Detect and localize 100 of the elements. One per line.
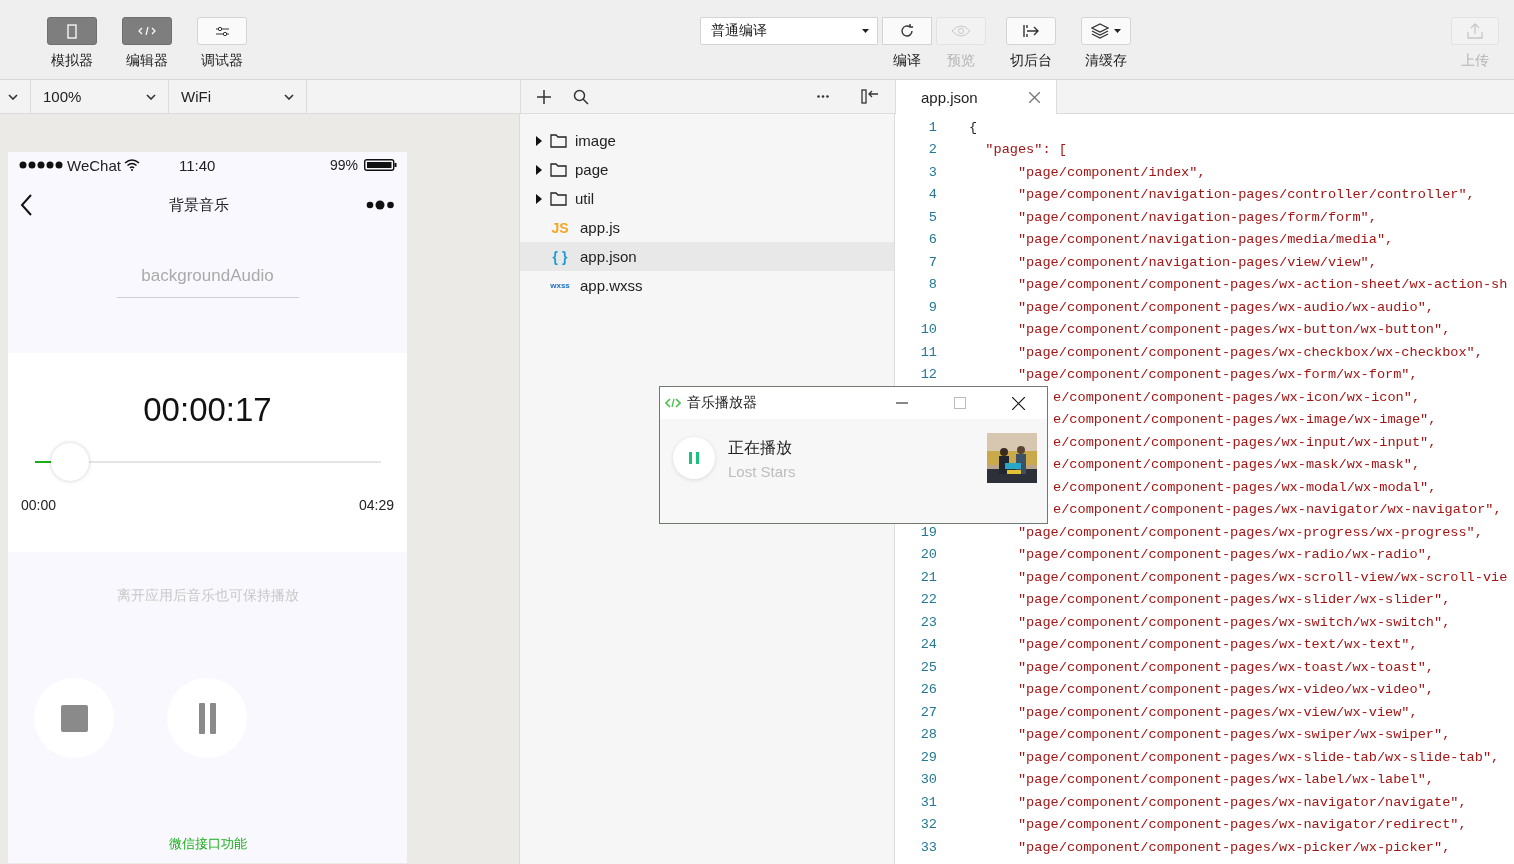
code-line: e/component/component-pages/wx-mask/wx-mask", bbox=[1053, 457, 1421, 473]
sliders-icon bbox=[215, 25, 229, 37]
upload-icon bbox=[1467, 23, 1483, 39]
line-number: 21 bbox=[919, 569, 937, 585]
line-number: 33 bbox=[919, 839, 937, 855]
battery-text: 99% bbox=[329, 157, 358, 173]
file-tree-item[interactable]: util bbox=[520, 184, 894, 213]
line-number: 32 bbox=[919, 817, 937, 833]
app-icon bbox=[665, 398, 681, 408]
close-icon[interactable] bbox=[1011, 396, 1025, 410]
expand-arrow-icon[interactable] bbox=[536, 164, 542, 175]
file-tree-item[interactable]: image bbox=[520, 126, 894, 155]
background-button[interactable] bbox=[1006, 17, 1056, 45]
code-line: "page/component/component-pages/wx-action-sheet/wx-action-sh bbox=[1016, 277, 1508, 293]
code-line: e/component/component-pages/wx-input/wx-input", bbox=[1053, 434, 1437, 450]
file-name: app.wxss bbox=[580, 277, 643, 294]
line-number: 29 bbox=[919, 749, 937, 765]
phone-icon bbox=[67, 23, 77, 39]
file-name: image bbox=[575, 132, 616, 149]
code-line: "page/component/component-pages/wx-radio/wx-radio", bbox=[1016, 547, 1434, 563]
code-line: "page/component/component-pages/wx-scroll-view/wx-scroll-vie bbox=[1016, 569, 1508, 585]
wifi-icon bbox=[123, 159, 140, 171]
line-number: 3 bbox=[927, 164, 937, 180]
search-icon[interactable] bbox=[573, 88, 589, 105]
window-title: 音乐播放器 bbox=[687, 394, 757, 412]
file-name: util bbox=[575, 190, 595, 207]
line-number: 1 bbox=[927, 119, 937, 135]
chevron-icon bbox=[8, 93, 18, 100]
code-line: "page/component/component-pages/wx-navigator/navigate", bbox=[1016, 794, 1467, 810]
code-line: "page/component/navigation-pages/controller/controller", bbox=[1016, 187, 1475, 203]
code-line: "page/component/component-pages/wx-checkbox/wx-checkbox", bbox=[1016, 344, 1483, 360]
line-number: 25 bbox=[919, 659, 937, 675]
mode-button[interactable] bbox=[122, 17, 172, 45]
playback-status: 正在播放 bbox=[728, 438, 793, 458]
code-line: { bbox=[969, 119, 978, 135]
line-number: 6 bbox=[927, 232, 937, 248]
clear-cache-button[interactable] bbox=[1081, 17, 1131, 45]
chevron-icon bbox=[284, 93, 294, 100]
mode-label: 调试器 bbox=[201, 52, 243, 68]
code-line: "page/component/component-pages/wx-picker/wx-picker", bbox=[1016, 839, 1451, 855]
collapse-icon[interactable] bbox=[861, 89, 879, 104]
line-number: 7 bbox=[927, 254, 937, 270]
file-name: app.json bbox=[580, 248, 637, 265]
code-line: "page/component/component-pages/wx-text/wx-text", bbox=[1016, 637, 1418, 653]
add-icon[interactable] bbox=[537, 89, 551, 104]
code-line: "page/component/navigation-pages/view/view", bbox=[1016, 254, 1377, 270]
line-number: 27 bbox=[919, 704, 937, 720]
more-icon[interactable] bbox=[366, 200, 395, 210]
refresh-icon bbox=[898, 23, 915, 39]
pause-icon bbox=[689, 452, 699, 464]
file-tree-item[interactable]: JS app.js bbox=[520, 213, 894, 242]
line-number: 31 bbox=[919, 794, 937, 810]
track-name: Lost Stars bbox=[728, 463, 797, 480]
line-number: 2 bbox=[927, 142, 937, 158]
code-line: "page/component/component-pages/wx-slider/wx-slider", bbox=[1016, 592, 1451, 608]
line-number: 5 bbox=[927, 209, 937, 225]
battery-icon bbox=[364, 159, 397, 171]
layers-icon bbox=[1091, 23, 1109, 39]
file-tree-item[interactable]: page bbox=[520, 155, 894, 184]
caret-icon bbox=[862, 29, 869, 33]
start-time: 00:00 bbox=[21, 497, 57, 513]
code-line: "page/component/component-pages/wx-swiper/wx-swiper", bbox=[1016, 727, 1451, 743]
action-label: 编译 bbox=[893, 52, 921, 68]
action-label: 预览 bbox=[947, 52, 975, 68]
code-line: e/component/component-pages/wx-navigator/wx-navigator", bbox=[1053, 502, 1502, 518]
file-type-icon: { } bbox=[548, 248, 572, 265]
expand-arrow-icon[interactable] bbox=[536, 193, 542, 204]
stop-icon bbox=[60, 704, 88, 732]
code-line: "page/component/component-pages/wx-slide-tab/wx-slide-tab", bbox=[1016, 749, 1500, 765]
signal-icon bbox=[19, 161, 63, 169]
code-line: "page/component/component-pages/wx-progress/wx-progress", bbox=[1016, 524, 1483, 540]
end-time: 04:29 bbox=[358, 497, 394, 513]
code-line: "page/component/component-pages/wx-form/wx-form", bbox=[1016, 367, 1418, 383]
file-type-icon: wxss bbox=[548, 281, 572, 290]
line-number: 23 bbox=[919, 614, 937, 630]
tool-label: 切后台 bbox=[1010, 52, 1052, 68]
caret-icon bbox=[1114, 29, 1121, 33]
more-icon[interactable] bbox=[817, 95, 829, 98]
line-number: 30 bbox=[919, 772, 937, 788]
file-tree-item[interactable]: { } app.json bbox=[520, 242, 894, 271]
pause-icon bbox=[198, 702, 216, 734]
exit-arrow-icon bbox=[1022, 24, 1040, 38]
network-select[interactable]: WiFi bbox=[169, 80, 307, 113]
line-number: 11 bbox=[919, 344, 937, 360]
code-line: "page/component/component-pages/wx-switch/wx-switch", bbox=[1016, 614, 1451, 630]
mode-button[interactable] bbox=[47, 17, 97, 45]
expand-arrow-icon[interactable] bbox=[536, 135, 542, 146]
code-line: "page/component/component-pages/wx-audio/wx-audio", bbox=[1016, 299, 1434, 315]
compile-mode-select[interactable]: 普通编译 bbox=[700, 17, 878, 45]
compile-button[interactable] bbox=[881, 17, 932, 45]
editor-tab[interactable]: app.json bbox=[895, 80, 1057, 114]
back-icon[interactable] bbox=[20, 194, 32, 216]
elapsed-time: 00:00:17 bbox=[143, 391, 272, 429]
zoom-select[interactable]: 100% bbox=[31, 80, 169, 113]
slider-thumb[interactable] bbox=[50, 443, 89, 481]
carrier-text: WeChat bbox=[67, 156, 121, 174]
line-number: 24 bbox=[919, 637, 937, 653]
file-tree-item[interactable]: wxss app.wxss bbox=[520, 271, 894, 300]
folder-icon bbox=[550, 162, 567, 177]
chevron-icon bbox=[146, 93, 156, 100]
